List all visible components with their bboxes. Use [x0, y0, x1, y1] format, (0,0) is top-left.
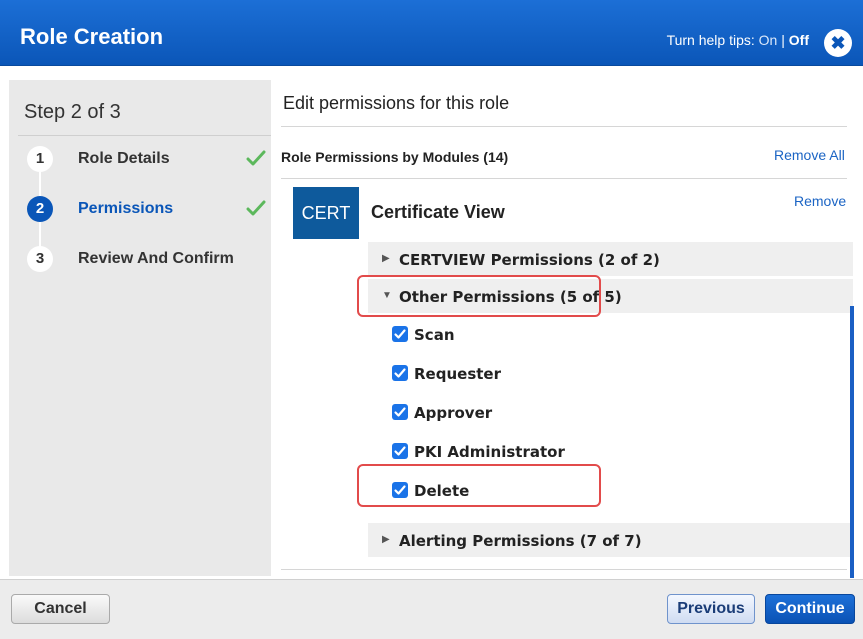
steps-panel: Step 2 of 3 1 Role Details 2 Permissions… [9, 80, 271, 576]
remove-module-link[interactable]: Remove [794, 193, 846, 209]
step-connector [39, 222, 41, 248]
step-number: 3 [27, 246, 53, 272]
highlight-box [357, 464, 601, 507]
cancel-button[interactable]: Cancel [11, 594, 110, 624]
permission-checkbox[interactable] [392, 443, 408, 459]
step-label: Review And Confirm [78, 250, 234, 267]
close-icon: ✖ [830, 33, 846, 53]
group-label: Alerting Permissions (7 of 7) [399, 532, 642, 550]
modules-divider [281, 178, 847, 179]
permission-checkbox[interactable] [392, 404, 408, 420]
step-permissions[interactable]: 2 Permissions [23, 196, 271, 222]
remove-all-link[interactable]: Remove All [774, 147, 845, 163]
help-tips-separator: | [777, 32, 789, 48]
step-role-details[interactable]: 1 Role Details [23, 146, 271, 172]
group-certview-permissions[interactable]: ▶ CERTVIEW Permissions (2 of 2) [368, 242, 853, 276]
page-title: Edit permissions for this role [283, 93, 510, 113]
permission-label: Approver [414, 404, 493, 422]
step-number: 2 [27, 196, 53, 222]
help-tips-toggle: Turn help tips: On | Off [667, 32, 809, 48]
permission-label: PKI Administrator [414, 443, 565, 461]
module-name: Certificate View [371, 202, 505, 222]
expand-arrow-icon: ▶ [382, 253, 390, 264]
permission-requester: Requester [392, 363, 692, 385]
steps-divider [18, 135, 271, 136]
continue-button[interactable]: Continue [765, 594, 855, 624]
dialog-header: Role Creation Turn help tips: On | Off ✖ [0, 0, 863, 66]
checkbox-check-icon [394, 446, 406, 456]
permission-approver: Approver [392, 402, 692, 424]
permission-pki-administrator: PKI Administrator [392, 441, 692, 463]
scrollbar-thumb[interactable] [850, 306, 854, 578]
step-label: Permissions [78, 200, 174, 217]
help-tips-on[interactable]: On [759, 32, 778, 48]
check-mark-icon [246, 150, 266, 166]
step-indicator: Step 2 of 3 [24, 101, 121, 123]
permission-checkbox[interactable] [392, 365, 408, 381]
heading-divider [281, 126, 847, 127]
help-tips-off[interactable]: Off [789, 32, 809, 48]
modules-title: Role Permissions by Modules (14) [281, 149, 509, 165]
group-alerting-permissions[interactable]: ▶ Alerting Permissions (7 of 7) [368, 523, 853, 557]
help-tips-label: Turn help tips: [666, 32, 759, 48]
module-bottom-divider [281, 569, 847, 570]
check-mark-icon [246, 200, 266, 216]
previous-button[interactable]: Previous [667, 594, 755, 624]
permissions-panel: Edit permissions for this role Role Perm… [281, 80, 853, 570]
permission-label: Scan [414, 326, 455, 344]
checkbox-check-icon [394, 368, 406, 378]
highlight-box [357, 275, 601, 317]
cert-module-logo: CERT [293, 187, 359, 239]
step-label: Role Details [78, 150, 170, 167]
dialog-title: Role Creation [20, 24, 164, 49]
expand-arrow-icon: ▶ [382, 534, 390, 545]
step-number: 1 [27, 146, 53, 172]
permission-checkbox[interactable] [392, 326, 408, 342]
checkbox-check-icon [394, 407, 406, 417]
close-button[interactable]: ✖ [824, 29, 852, 57]
permission-scan: Scan [392, 324, 692, 346]
checkbox-check-icon [394, 329, 406, 339]
step-review-and-confirm[interactable]: 3 Review And Confirm [23, 246, 271, 272]
group-label: CERTVIEW Permissions (2 of 2) [399, 251, 660, 269]
step-connector [39, 172, 41, 198]
permission-label: Requester [414, 365, 501, 383]
